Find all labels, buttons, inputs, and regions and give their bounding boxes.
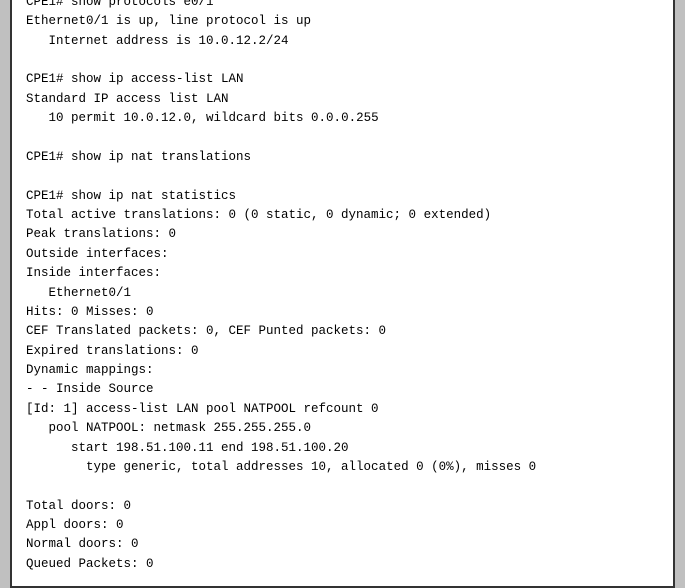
terminal-window: CPE1# show protocols e0/1 Ethernet0/1 is…: [10, 0, 675, 588]
terminal-output: CPE1# show protocols e0/1 Ethernet0/1 is…: [26, 0, 659, 574]
